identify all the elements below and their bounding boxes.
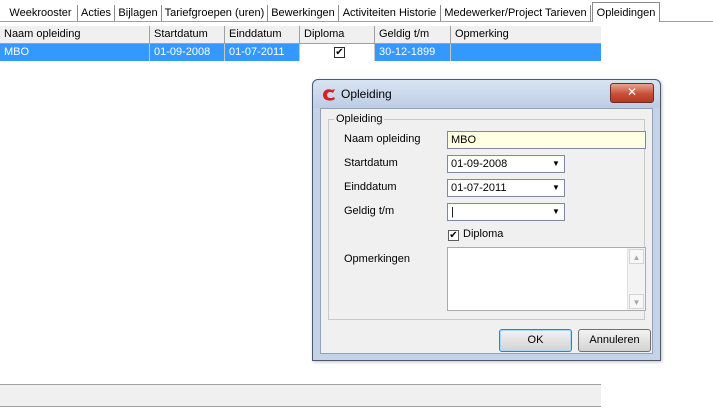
cell-startdatum[interactable]: 01-09-2008 [150,44,225,61]
cell-diploma[interactable]: ✔ [300,44,375,61]
tab-acties[interactable]: Acties [78,5,115,21]
startdatum-value: 01-09-2008 [451,158,508,170]
geldig-value: | [451,206,454,218]
tab-bewerkingen[interactable]: Bewerkingen [268,5,339,21]
status-bar [0,384,601,407]
column-header-naam-opleiding[interactable]: Naam opleiding [0,26,150,43]
tab-tariefgroepen[interactable]: Tariefgroepen (uren) [162,5,268,21]
einddatum-value: 01-07-2011 [451,182,507,194]
dialog-title: Opleiding [341,87,392,101]
tab-medewerker-project-tarieven[interactable]: Medewerker/Project Tarieven [441,5,591,21]
column-header-startdatum[interactable]: Startdatum [150,26,225,43]
opleiding-dialog: Opleiding ✕ Opleiding Naam opleiding MBO… [312,79,661,361]
tab-bijlagen[interactable]: Bijlagen [115,5,162,21]
app-icon [323,89,335,101]
chevron-down-icon[interactable]: ▼ [549,205,563,219]
tab-activiteiten-historie[interactable]: Activiteiten Historie [339,5,441,21]
column-header-geldig[interactable]: Geldig t/m [375,26,451,43]
opleiding-groupbox: Opleiding Naam opleiding MBO Startdatum … [328,113,646,320]
einddatum-label: Einddatum [344,181,397,193]
groupbox-label: Opleiding [334,113,385,125]
chevron-down-icon[interactable]: ▼ [549,181,563,195]
geldig-dropdown[interactable]: | ▼ [447,203,565,221]
diploma-checkbox[interactable]: ✔ [448,230,459,241]
column-header-diploma[interactable]: Diploma [300,26,375,43]
scroll-down-icon[interactable]: ▼ [629,294,644,309]
grid-header: Naam opleiding Startdatum Einddatum Dipl… [0,26,601,44]
close-button[interactable]: ✕ [610,83,654,103]
scroll-up-icon[interactable]: ▲ [629,249,644,264]
startdatum-dropdown[interactable]: 01-09-2008 ▼ [447,155,565,173]
ok-button[interactable]: OK [499,329,572,352]
naam-opleiding-input[interactable]: MBO [447,131,646,149]
geldig-label: Geldig t/m [344,205,395,217]
dialog-client-area: Opleiding Naam opleiding MBO Startdatum … [320,108,653,354]
table-row[interactable]: MBO 01-09-2008 01-07-2011 ✔ 30-12-1899 [0,44,601,61]
opmerkingen-textarea[interactable]: ▲ ▼ [447,247,646,311]
close-icon: ✕ [626,85,638,99]
tab-opleidingen[interactable]: Opleidingen [592,2,660,22]
cell-naam-opleiding[interactable]: MBO [0,44,150,61]
cell-geldig[interactable]: 30-12-1899 [375,44,451,61]
startdatum-label: Startdatum [344,157,398,169]
column-header-opmerking[interactable]: Opmerking [451,26,601,43]
tab-weekrooster[interactable]: Weekrooster [4,5,78,21]
annuleren-button[interactable]: Annuleren [578,329,651,352]
dialog-titlebar[interactable]: Opleiding ✕ [313,80,660,108]
tab-strip: Weekrooster Acties Bijlagen Tariefgroepe… [0,0,713,22]
opmerkingen-scrollbar[interactable]: ▲ ▼ [627,248,645,310]
column-header-einddatum[interactable]: Einddatum [225,26,300,43]
opmerkingen-label: Opmerkingen [344,253,411,265]
cell-einddatum[interactable]: 01-07-2011 [225,44,300,61]
diploma-checkbox-cell[interactable]: ✔ [334,47,345,58]
cell-opmerking[interactable] [451,44,601,61]
einddatum-dropdown[interactable]: 01-07-2011 ▼ [447,179,565,197]
diploma-label[interactable]: Diploma [463,228,503,240]
naam-opleiding-label: Naam opleiding [344,133,421,145]
chevron-down-icon[interactable]: ▼ [549,157,563,171]
